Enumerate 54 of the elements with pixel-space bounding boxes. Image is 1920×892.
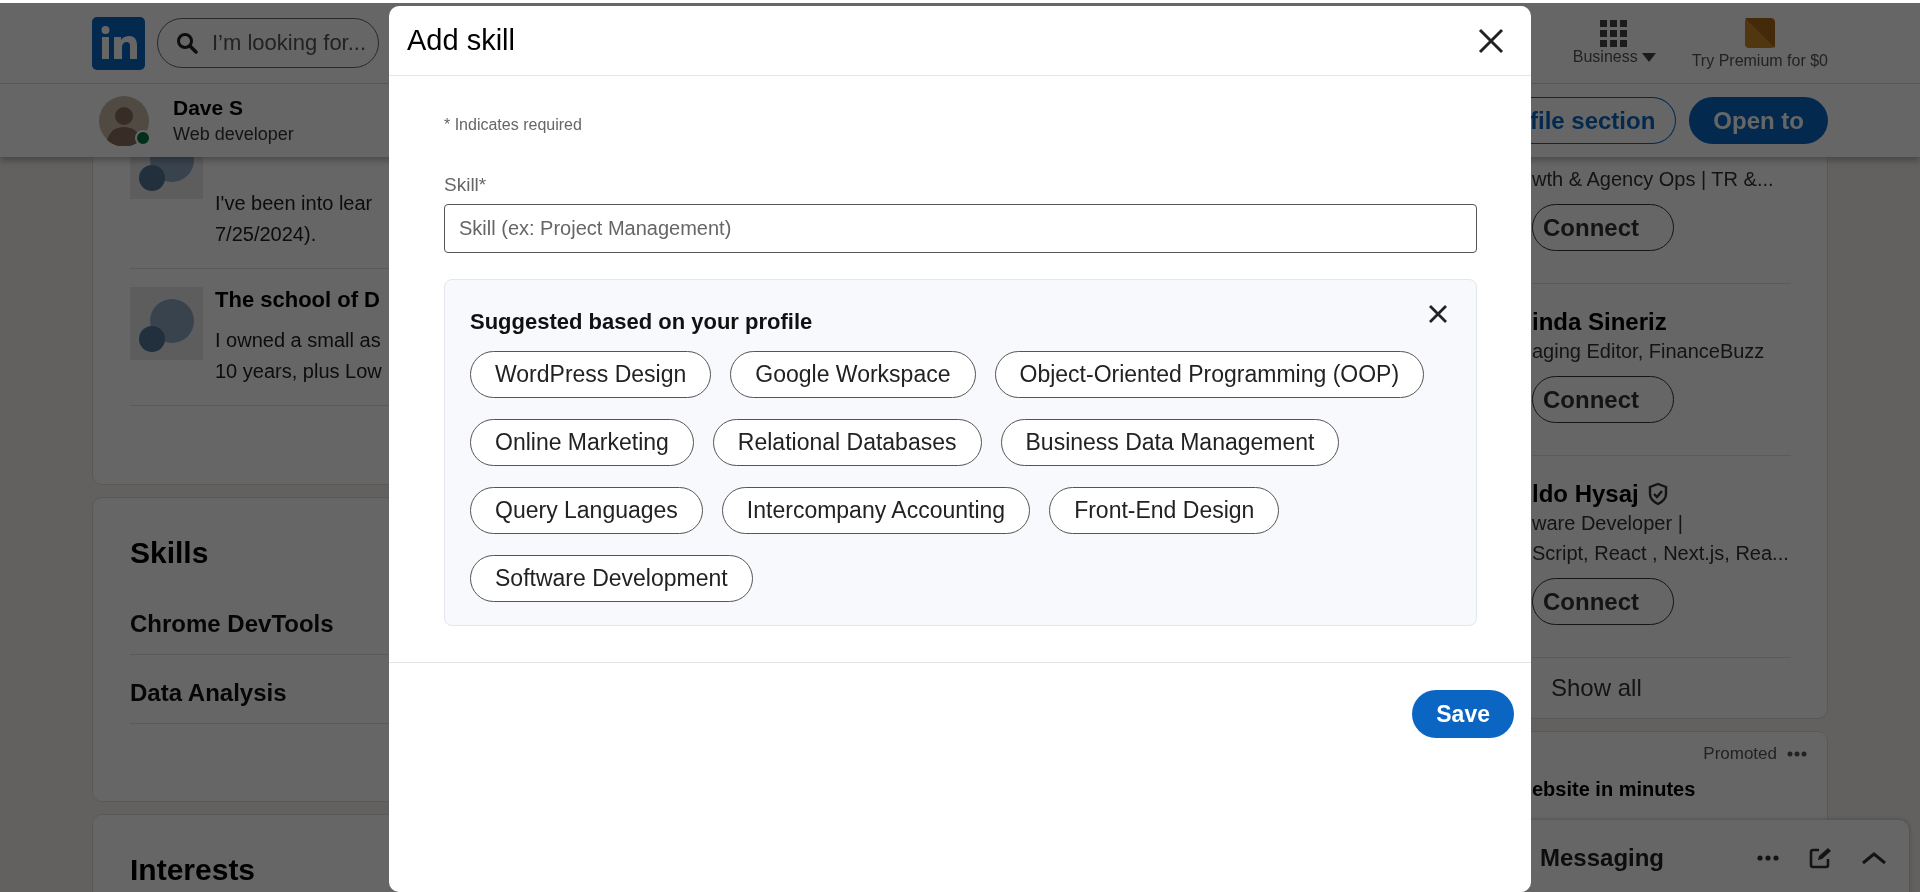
article-description: I owned a small as 10 years, plus Low [215, 328, 382, 384]
skill-suggestion-chip[interactable]: Online Marketing [470, 419, 694, 466]
show-all-link[interactable]: Show all [1532, 658, 1827, 718]
person-headline: wth & Agency Ops | TR &... [1532, 167, 1775, 192]
connect-button[interactable]: Connect [1532, 376, 1674, 423]
linkedin-logo[interactable] [92, 16, 145, 70]
premium-icon[interactable] [1744, 18, 1775, 48]
skill-suggestion-chip[interactable]: Query Languages [470, 487, 703, 534]
compose-icon[interactable] [1809, 846, 1831, 869]
close-icon [1477, 26, 1505, 55]
skill-name[interactable]: Chrome DevTools [130, 610, 334, 638]
required-note: * Indicates required [444, 116, 583, 134]
chevron-up-icon[interactable] [1861, 850, 1887, 865]
suggestions-title: Suggested based on your profile [470, 309, 813, 335]
connect-button[interactable]: Connect [1532, 204, 1674, 251]
messaging-title[interactable]: Messaging [1540, 843, 1727, 872]
premium-link[interactable]: Try Premium for $0 [1691, 52, 1828, 70]
skill-suggestion-chip[interactable]: Relational Databases [712, 419, 982, 466]
skill-suggestion-chip[interactable]: WordPress Design [470, 351, 712, 398]
apps-grid-icon[interactable] [1600, 20, 1629, 48]
open-to-button[interactable]: Open to [1689, 97, 1828, 144]
ad-headline[interactable]: ebsite in minutes [1532, 778, 1827, 801]
search-icon [176, 32, 198, 54]
section-title: Skills [130, 536, 209, 570]
field-label: Skill* [444, 174, 488, 196]
profile-headline: Web developer [173, 124, 294, 145]
caret-icon [1641, 52, 1656, 62]
search-field[interactable]: I’m looking for... [157, 18, 379, 68]
dialog-title: Add skill [407, 24, 515, 57]
more-icon[interactable] [1757, 854, 1779, 861]
article-title[interactable]: The school of D [215, 287, 380, 313]
skill-suggestion-chip[interactable]: Google Workspace [730, 351, 976, 398]
business-menu[interactable]: Business [1572, 48, 1656, 66]
skill-input-field[interactable]: Skill (ex: Project Management) [444, 204, 1477, 253]
skill-suggestion-chip[interactable]: Front-End Design [1049, 487, 1280, 534]
skill-name[interactable]: Data Analysis [130, 679, 287, 707]
profile-name: Dave S [173, 96, 245, 120]
connect-button[interactable]: Connect [1532, 578, 1674, 625]
skill-suggestion-chip[interactable]: Intercompany Accounting [721, 487, 1031, 534]
person-headline: ware Developer | Script, React , Next.js, Rea... [1532, 511, 1790, 566]
skill-suggestion-chip[interactable]: Software Development [470, 555, 753, 602]
avatar-icon[interactable] [99, 95, 149, 146]
article-description: I've been into lear 7/25/2024). [215, 191, 373, 247]
person-name[interactable]: ldo Hysaj [1532, 480, 1639, 508]
more-icon[interactable] [1787, 751, 1807, 757]
person-headline: aging Editor, FinanceBuzz [1532, 339, 1766, 364]
section-title: Interests [130, 853, 256, 887]
promoted-label: Promoted [1703, 744, 1777, 764]
person-name[interactable]: inda Sineriz [1532, 308, 1667, 336]
save-button[interactable]: Save [1412, 690, 1514, 738]
skill-suggestion-chip[interactable]: Business Data Management [1000, 419, 1340, 466]
dismiss-button[interactable] [1428, 304, 1448, 324]
close-icon [1428, 304, 1448, 324]
skill-suggestion-chip[interactable]: Object-Oriented Programming (OOP) [994, 351, 1425, 398]
